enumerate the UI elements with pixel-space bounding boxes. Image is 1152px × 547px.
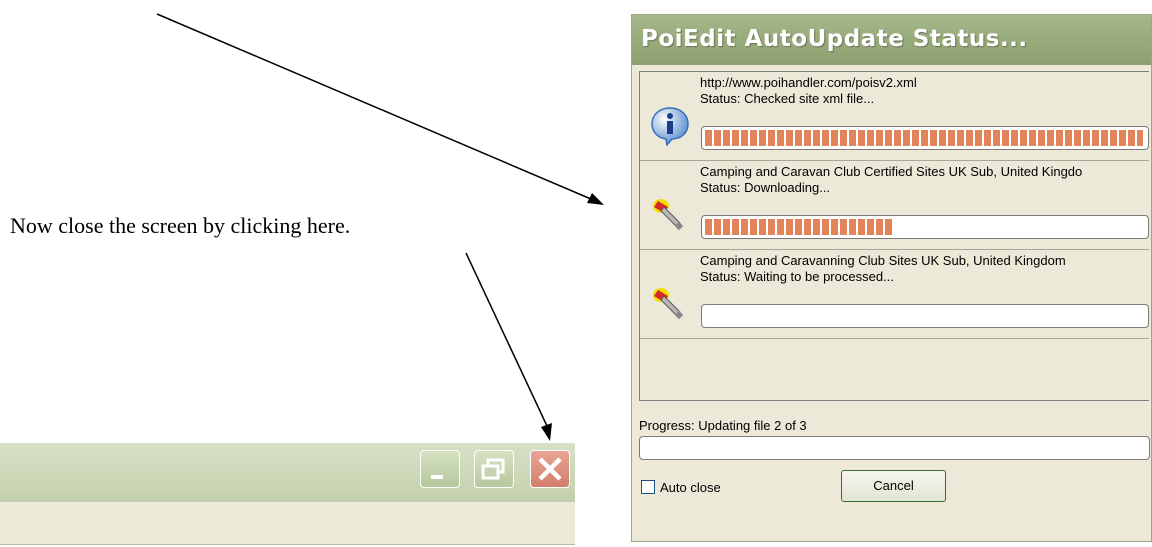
close-button[interactable] (530, 450, 570, 488)
item-status: Status: Checked site xml file... (700, 91, 875, 106)
dialog-title: PoiEdit AutoUpdate Status... (641, 26, 1028, 52)
plug-icon (653, 199, 684, 231)
item-progress-bar (701, 215, 1149, 239)
list-item: http://www.poihandler.com/poisv2.xml Sta… (640, 72, 1149, 161)
auto-close-label[interactable]: Auto close (660, 480, 721, 495)
close-icon (538, 457, 562, 481)
autoupdate-dialog: PoiEdit AutoUpdate Status... http://www.… (631, 14, 1152, 542)
arrowhead-close (541, 423, 552, 441)
item-source: Camping and Caravanning Club Sites UK Su… (700, 253, 1066, 268)
restore-icon (481, 458, 505, 480)
info-icon (651, 107, 689, 146)
arrow-to-dialog (156, 13, 599, 203)
minimize-icon (431, 475, 443, 479)
item-source: http://www.poihandler.com/poisv2.xml (700, 75, 917, 90)
arrow-to-close (465, 252, 548, 427)
window-title-bar (0, 443, 575, 546)
arrowhead-dialog (587, 193, 604, 205)
item-progress-bar (701, 304, 1149, 328)
list-item: Camping and Caravanning Club Sites UK Su… (640, 250, 1149, 339)
progress-label: Progress: Updating file 2 of 3 (639, 418, 807, 433)
list-item: Camping and Caravan Club Certified Sites… (640, 161, 1149, 250)
minimize-button[interactable] (420, 450, 460, 488)
cancel-button[interactable]: Cancel (841, 470, 946, 502)
menu-strip (0, 502, 575, 545)
restore-button[interactable] (474, 450, 514, 488)
item-progress-bar (701, 126, 1149, 150)
item-status: Status: Downloading... (700, 180, 831, 195)
download-list[interactable]: http://www.poihandler.com/poisv2.xml Sta… (639, 71, 1149, 401)
dialog-title-bar: PoiEdit AutoUpdate Status... (632, 15, 1151, 65)
item-source: Camping and Caravan Club Certified Sites… (700, 164, 1083, 179)
auto-close-checkbox[interactable] (641, 480, 655, 494)
item-progress-fill (705, 130, 1143, 146)
item-progress-fill (705, 219, 893, 235)
plug-icon (653, 288, 684, 320)
overall-progress-bar (639, 436, 1150, 460)
item-status: Status: Waiting to be processed... (700, 269, 894, 284)
